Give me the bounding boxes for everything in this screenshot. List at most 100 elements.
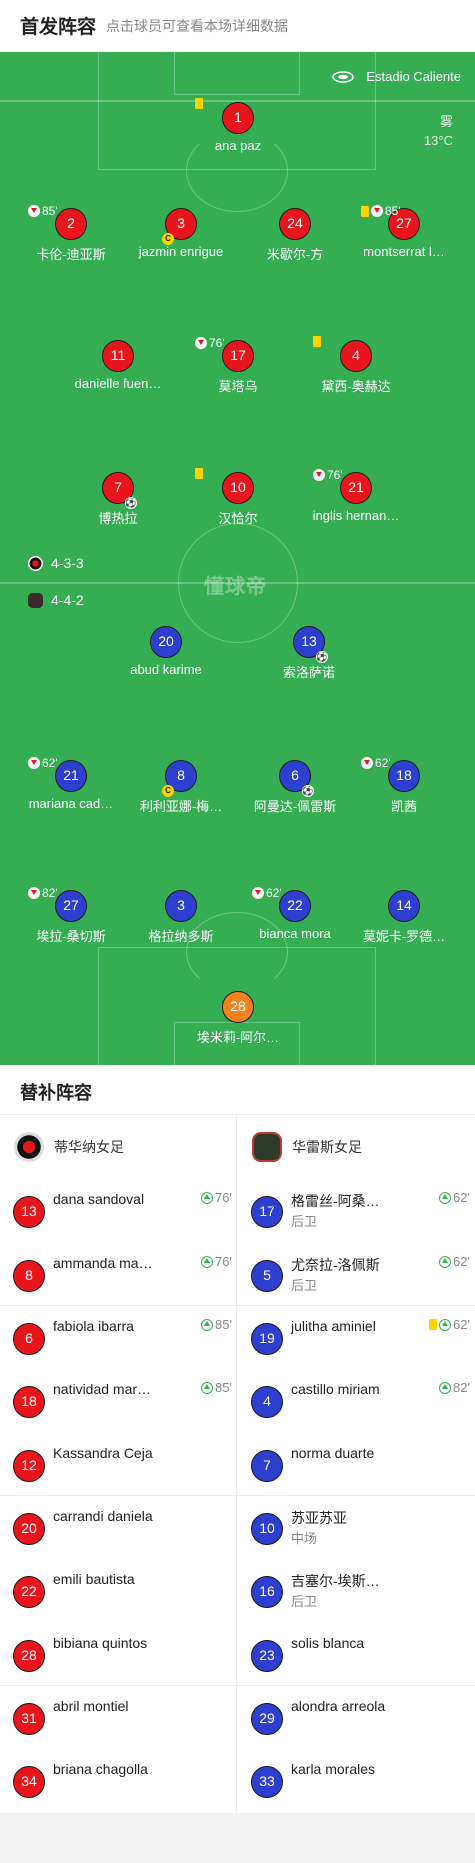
sub-name: 尤奈拉-洛佩斯 bbox=[291, 1257, 380, 1273]
sub-number: 34 bbox=[13, 1766, 45, 1798]
sub-number: 8 bbox=[13, 1260, 45, 1292]
home-player[interactable]: 1 ana paz bbox=[173, 98, 303, 153]
player-events bbox=[313, 336, 323, 347]
player-events: 62' bbox=[361, 756, 391, 770]
substitutes-panel: 蒂华纳女足 13 dana sandoval 76' 8 ammanda ma…… bbox=[0, 1115, 475, 1813]
sub-player-row[interactable]: 22 emili bautista bbox=[0, 1558, 237, 1621]
sub-player-row[interactable]: 28 bibiana quintos bbox=[0, 1622, 237, 1685]
sub-player-row[interactable]: 18 natividad mar… 85' bbox=[0, 1368, 237, 1431]
player-number: 27 bbox=[55, 890, 87, 922]
sub-number: 13 bbox=[13, 1196, 45, 1228]
player-name: 利利亚娜-梅… bbox=[139, 799, 223, 814]
sub-player-row[interactable]: 12 Kassandra Ceja bbox=[0, 1432, 237, 1495]
home-player[interactable]: 11 danielle fuen… bbox=[53, 340, 183, 391]
away-player[interactable]: 20 abud karime bbox=[101, 626, 231, 677]
home-player[interactable]: 21 76' inglis hernan… bbox=[291, 468, 421, 523]
sub-player-row[interactable]: 17 格雷丝-阿桑… 后卫 62' bbox=[238, 1178, 475, 1241]
away-player[interactable]: 13 ⚽ 索洛萨诺 bbox=[244, 626, 374, 681]
weather-condition: 雾 bbox=[439, 114, 453, 129]
sub-player-row[interactable]: 29 alondra arreola bbox=[238, 1685, 475, 1748]
sub-player-row[interactable]: 33 karla morales bbox=[238, 1748, 475, 1811]
away-goalkeeper[interactable]: 28 埃米莉-阿尔… bbox=[173, 991, 303, 1046]
sub-number: 31 bbox=[13, 1703, 45, 1735]
home-player[interactable]: 27 85' montserrat l… bbox=[339, 204, 469, 259]
sub-player-row[interactable]: 16 吉塞尔-埃斯… 后卫 bbox=[238, 1558, 475, 1621]
sub-player-row[interactable]: 4 castillo miriam 82' bbox=[238, 1368, 475, 1431]
pitch-top-goal-box bbox=[174, 52, 300, 95]
away-team-name: 华雷斯女足 bbox=[292, 1138, 362, 1155]
away-player[interactable]: 18 62' 凯茜 bbox=[339, 756, 469, 815]
player-number: 7 ⚽ bbox=[102, 472, 137, 509]
sub-in-icon bbox=[439, 1381, 452, 1394]
sub-out-icon bbox=[28, 205, 40, 217]
sub-number: 4 bbox=[251, 1386, 283, 1418]
sub-in-minute: 85' bbox=[215, 1380, 232, 1395]
sub-position: 后卫 bbox=[291, 1214, 318, 1229]
sub-name: emili bautista bbox=[53, 1571, 135, 1587]
sub-player-row[interactable]: 6 fabiola ibarra 85' bbox=[0, 1305, 237, 1368]
home-team-header[interactable]: 蒂华纳女足 bbox=[0, 1115, 237, 1178]
away-team-header[interactable]: 华雷斯女足 bbox=[238, 1115, 475, 1178]
player-number: 2 bbox=[55, 208, 87, 240]
sub-player-row[interactable]: 13 dana sandoval 76' bbox=[0, 1178, 237, 1241]
home-player[interactable]: 17 76' 莫塔乌 bbox=[173, 336, 303, 395]
sub-player-row[interactable]: 20 carrandi daniela bbox=[0, 1495, 237, 1558]
sub-player-row[interactable]: 5 尤奈拉-洛佩斯 后卫 62' bbox=[238, 1242, 475, 1305]
sub-player-row[interactable]: 23 solis blanca bbox=[238, 1622, 475, 1685]
player-number: 11 bbox=[102, 340, 134, 372]
sub-player-row[interactable]: 7 norma duarte bbox=[238, 1432, 475, 1495]
away-player[interactable]: 3 格拉纳多斯 bbox=[116, 890, 246, 945]
sub-number: 16 bbox=[251, 1576, 283, 1608]
sub-player-row[interactable]: 34 briana chagolla bbox=[0, 1748, 237, 1811]
sub-in-tag: 82' bbox=[439, 1380, 470, 1395]
player-events: 76' bbox=[313, 468, 343, 482]
player-number-text: 8 bbox=[177, 767, 185, 783]
lineup-header: 首发阵容 点击球员可查看本场详细数据 bbox=[0, 0, 475, 52]
sub-out-minute: 85' bbox=[42, 204, 58, 218]
sub-number: 5 bbox=[251, 1260, 283, 1292]
away-player[interactable]: 14 莫妮卡-罗德… bbox=[339, 890, 469, 945]
sub-out-icon bbox=[195, 337, 207, 349]
player-number-text: 13 bbox=[301, 633, 317, 649]
sub-player-row[interactable]: 8 ammanda ma… 76' bbox=[0, 1242, 237, 1305]
player-number: 3 bbox=[165, 890, 197, 922]
home-player[interactable]: 3C jazmin enrigue bbox=[116, 208, 246, 259]
home-player[interactable]: 4 黛西-奥赫达 bbox=[291, 336, 421, 395]
sub-in-tag: 62' bbox=[439, 1254, 470, 1269]
player-number: 24 bbox=[279, 208, 311, 240]
sub-name: julitha aminiel bbox=[291, 1318, 376, 1334]
sub-name: 吉塞尔-埃斯… bbox=[291, 1573, 380, 1589]
player-name: 汉恰尔 bbox=[218, 511, 258, 526]
sub-name: natividad mar… bbox=[53, 1381, 152, 1397]
sub-number: 18 bbox=[13, 1386, 45, 1418]
goal-ball-icon: ⚽ bbox=[125, 497, 137, 509]
sub-number: 20 bbox=[13, 1513, 45, 1545]
player-events: 76' bbox=[195, 336, 225, 350]
away-player[interactable]: 8C 利利亚娜-梅… bbox=[116, 760, 246, 815]
home-player[interactable]: 10 汉恰尔 bbox=[173, 468, 303, 527]
player-number: 6 ⚽ bbox=[279, 760, 314, 797]
player-number: 14 bbox=[388, 890, 420, 922]
player-number: 13 ⚽ bbox=[293, 626, 328, 663]
sub-position: 后卫 bbox=[291, 1278, 318, 1293]
sub-in-tag: 62' bbox=[439, 1190, 470, 1205]
watermark-logo: 懂球帝 bbox=[204, 576, 267, 598]
player-events: 85' bbox=[28, 204, 58, 218]
sub-player-row[interactable]: 19 julitha aminiel 62' bbox=[238, 1305, 475, 1368]
player-number: 1 bbox=[222, 102, 254, 134]
player-number-text: 7 bbox=[114, 479, 122, 495]
player-number: 20 bbox=[150, 626, 182, 658]
player-name: inglis hernan… bbox=[312, 508, 400, 523]
yellow-card-icon bbox=[195, 98, 203, 109]
player-name: danielle fuen… bbox=[74, 376, 162, 391]
sub-in-minute: 76' bbox=[215, 1190, 232, 1205]
home-team-name: 蒂华纳女足 bbox=[54, 1138, 124, 1155]
player-name: 博热拉 bbox=[98, 511, 138, 526]
sub-name: ammanda ma… bbox=[53, 1255, 153, 1271]
sub-player-row[interactable]: 10 苏亚苏亚 中场 bbox=[238, 1495, 475, 1558]
sub-in-icon bbox=[439, 1318, 452, 1331]
home-player[interactable]: 7 ⚽ 博热拉 bbox=[53, 472, 183, 527]
player-name: 黛西-奥赫达 bbox=[321, 379, 391, 394]
sub-player-row[interactable]: 31 abril montiel bbox=[0, 1685, 237, 1748]
home-team-logo-icon bbox=[14, 1131, 44, 1162]
